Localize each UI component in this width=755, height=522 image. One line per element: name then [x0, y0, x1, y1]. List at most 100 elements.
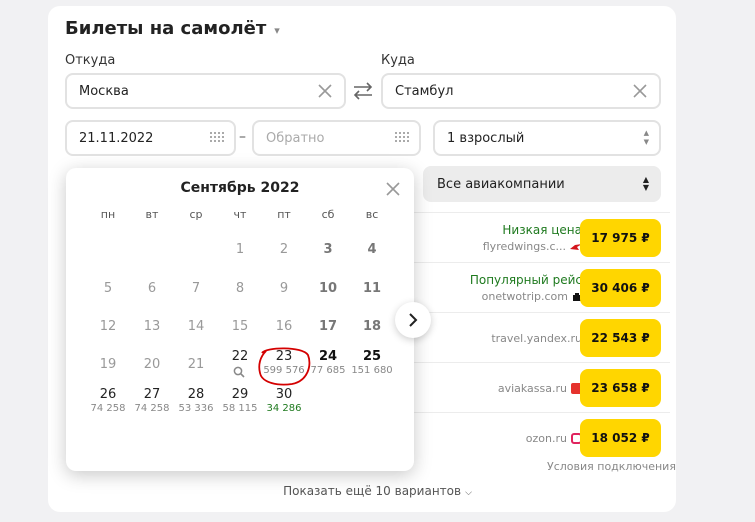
offer-site: onetwotrip.com: [482, 290, 582, 303]
calendar-day[interactable]: 27 74 258: [130, 387, 174, 414]
close-icon[interactable]: [386, 182, 400, 196]
from-field[interactable]: Москва: [65, 73, 346, 109]
depart-date-value: 21.11.2022: [79, 130, 154, 146]
price-button[interactable]: 17 975 ₽: [580, 219, 661, 257]
day-number: 10: [318, 281, 338, 296]
offer-row[interactable]: Популярный рейс onetwotrip.com 30 406 ₽: [410, 262, 670, 312]
day-number: 8: [235, 281, 245, 296]
day-number: 2: [279, 242, 289, 257]
day-price: 74 258: [134, 403, 170, 414]
day-number: 6: [147, 281, 157, 296]
chevron-down-icon: ⌵: [465, 488, 472, 498]
weekday-label: пт: [277, 208, 291, 221]
day-number: 18: [362, 319, 382, 334]
show-more-link[interactable]: Показать ещё 10 вариантов ⌵: [0, 484, 755, 498]
calendar-day: 11: [350, 281, 394, 296]
calendar-day: 14: [174, 319, 218, 334]
from-label: Откуда: [65, 53, 116, 68]
offer-row[interactable]: travel.yandex.ru 22 543 ₽: [410, 312, 670, 362]
page-title-text: Билеты на самолёт: [65, 18, 267, 39]
calendar-day: 7: [174, 281, 218, 296]
calendar-day: 13: [130, 319, 174, 334]
offer-site-text: aviakassa.ru: [497, 382, 567, 395]
calendar-day: 20: [130, 357, 174, 372]
next-month-button[interactable]: [395, 302, 431, 338]
calendar-day[interactable]: 24 77 685: [306, 349, 350, 376]
to-value: Стамбул: [395, 83, 454, 99]
clear-icon[interactable]: [316, 82, 334, 100]
day-number: 26: [99, 387, 117, 402]
passengers-value: 1 взрослый: [447, 130, 525, 146]
day-number: 13: [143, 319, 161, 334]
hand-drawn-circle-annotation: [258, 347, 311, 386]
day-price: 53 336: [178, 403, 214, 414]
day-price: 74 258: [90, 403, 126, 414]
day-number: 19: [99, 357, 117, 372]
weekday-label: ср: [189, 208, 203, 221]
price-button[interactable]: 30 406 ₽: [580, 269, 661, 307]
offer-row[interactable]: Низкая цена flyredwings.c... 17 975 ₽: [410, 212, 670, 262]
calendar-day: 8: [218, 281, 262, 296]
calendar-day[interactable]: 30 34 286: [262, 387, 306, 414]
day-number: 21: [187, 357, 205, 372]
return-date-field[interactable]: Обратно: [252, 120, 421, 156]
day-number: 29: [231, 387, 249, 402]
calendar-day: 15: [218, 319, 262, 334]
day-number: 3: [323, 242, 333, 257]
day-number: 11: [362, 281, 382, 296]
offer-tag: Популярный рейс: [469, 273, 582, 287]
airlines-select[interactable]: Все авиакомпании ▲ ▼: [423, 166, 661, 202]
weekday-label: чт: [233, 208, 247, 221]
day-price: 151 680: [351, 365, 393, 376]
offer-row[interactable]: aviakassa.ru 23 658 ₽: [410, 362, 670, 412]
day-number: 28: [187, 387, 205, 402]
weekday-label: сб: [321, 208, 335, 221]
offer-site-text: ozon.ru: [525, 432, 567, 445]
day-number: 9: [279, 281, 289, 296]
day-number: 30: [275, 387, 293, 402]
calendar-day: 4: [350, 242, 394, 257]
calendar-day[interactable]: 26 74 258: [86, 387, 130, 414]
calendar-day[interactable]: 28 53 336: [174, 387, 218, 414]
offer-site-text: onetwotrip.com: [481, 290, 568, 303]
offer-row[interactable]: ozon.ru 18 052 ₽: [410, 412, 670, 462]
to-field[interactable]: Стамбул: [381, 73, 661, 109]
calendar-day[interactable]: 29 58 115: [218, 387, 262, 414]
calendar-icon: [210, 132, 224, 145]
price-button[interactable]: 23 658 ₽: [580, 369, 661, 407]
weekday-label: пн: [100, 208, 116, 221]
connection-conditions-link[interactable]: Условия подключения: [547, 460, 676, 473]
to-label: Куда: [381, 53, 415, 68]
calendar-day: 16: [262, 319, 306, 334]
price-button[interactable]: 18 052 ₽: [580, 419, 661, 457]
page-title[interactable]: Билеты на самолёт ▾: [65, 18, 280, 39]
from-value: Москва: [79, 83, 129, 99]
day-number: 14: [187, 319, 205, 334]
day-number: 15: [231, 319, 249, 334]
calendar-month-title: Сентябрь 2022: [180, 180, 300, 196]
select-arrows-icon: ▲ ▼: [643, 129, 649, 146]
day-number: 12: [99, 319, 117, 334]
chevron-down-icon: ▾: [274, 23, 280, 37]
date-separator: –: [239, 129, 246, 145]
day-number: 7: [191, 281, 201, 296]
depart-date-field[interactable]: 21.11.2022: [65, 120, 236, 156]
passengers-select[interactable]: 1 взрослый ▲ ▼: [433, 120, 661, 156]
chevron-right-icon: [409, 313, 418, 327]
weekday-label: вт: [145, 208, 159, 221]
offer-site: travel.yandex.ru: [491, 332, 582, 345]
select-arrows-icon: ▲ ▼: [642, 175, 649, 192]
swap-icon[interactable]: [352, 82, 374, 100]
calendar-day: 3: [306, 242, 350, 257]
calendar-popup: Сентябрь 2022 пн вт ср чт пт сб вс 1 2 3…: [66, 168, 414, 471]
return-date-placeholder: Обратно: [266, 130, 325, 146]
calendar-day[interactable]: 25 151 680: [350, 349, 394, 376]
clear-icon[interactable]: [631, 82, 649, 100]
calendar-day: 19: [86, 357, 130, 372]
calendar-day: 21: [174, 357, 218, 372]
price-button[interactable]: 22 543 ₽: [580, 319, 661, 357]
day-number: 25: [362, 349, 382, 364]
day-price: 58 115: [222, 403, 258, 414]
airlines-value: Все авиакомпании: [437, 176, 565, 192]
day-number: 4: [367, 242, 377, 257]
